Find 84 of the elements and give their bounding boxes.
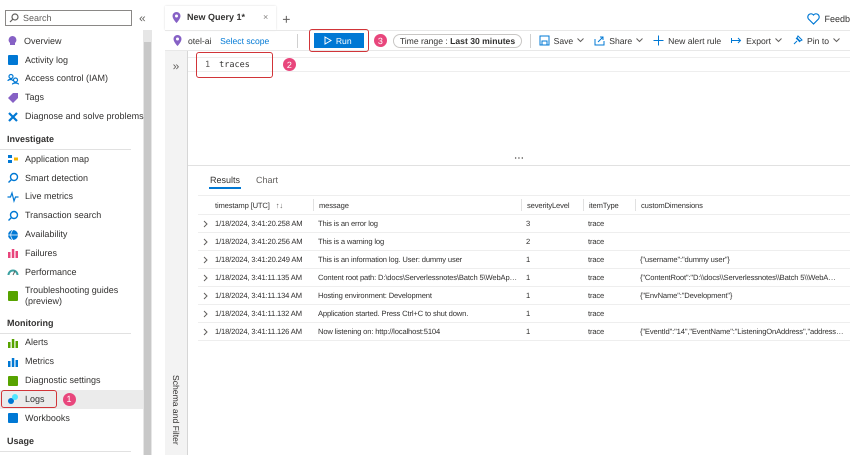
search-icon [9,13,19,23]
toolbar-button[interactable]: Pin to [792,35,840,46]
new-tab-button[interactable]: + [282,8,290,30]
cross-icon [7,110,19,123]
expand-button[interactable]: » [172,59,180,73]
chevron-right-icon[interactable] [203,238,209,246]
toolbar-button[interactable]: Export [731,35,782,46]
chevron-right-icon[interactable] [203,310,209,318]
line-number: 1 [205,60,210,70]
close-button[interactable]: × [263,12,268,22]
nav-item[interactable]: Live metrics [0,188,143,206]
splitter-handle[interactable] [514,157,524,159]
chevron-right-icon[interactable] [203,292,209,300]
query-editor[interactable]: 1 traces 2 [188,51,850,155]
nav-item[interactable]: Overview [0,32,143,51]
arrow-icon [731,35,742,46]
search-icon [7,172,19,184]
square-icon [7,374,19,387]
highlight-frame [1,390,57,408]
globe-icon [7,228,19,241]
nav-item[interactable]: Diagnostic settings [0,371,143,390]
nav-item[interactable]: Smart detection [0,168,143,188]
nav-item[interactable]: Performance [0,262,143,282]
callout-badge: 1 [62,392,76,406]
schema-filter-tab[interactable]: Schema and Filter [171,375,181,445]
run-button[interactable]: Run [314,33,364,48]
nav-item[interactable]: Transaction search [0,206,143,226]
square-icon [7,412,19,424]
toolbar-button[interactable]: New alert rule [653,35,722,46]
results-tab[interactable]: Chart [255,175,280,189]
results-tab[interactable]: Results [209,175,242,189]
chevron-right-icon[interactable] [203,274,209,282]
callout-badge: 3 [374,34,387,47]
nav-item[interactable]: Alerts [0,334,143,352]
search-icon [7,210,19,222]
toolbar-button[interactable]: Save [538,35,584,46]
section-heading: Usage [0,428,131,452]
bulb-icon [7,35,18,48]
bar-chart-icon [7,336,19,349]
square-icon [7,54,19,66]
nav-item[interactable]: Availability [0,225,143,244]
tag-icon [7,92,19,104]
section-heading: Monitoring [0,310,131,334]
square-icon [7,290,19,302]
nav-item[interactable]: Access control (IAM) [0,70,143,88]
bar-chart-icon [7,247,19,260]
pin-icon [792,35,804,46]
map-icon [7,153,19,166]
callout-badge: 2 [282,58,296,71]
nav-item[interactable]: Activity log [0,50,143,70]
play-icon [324,36,332,45]
scope-label: otel-ai [165,35,220,46]
select-scope-link[interactable]: Select scope [220,36,270,46]
pin-icon [173,35,182,46]
collapse-button[interactable]: « [139,11,146,25]
save-icon [538,35,550,46]
highlight-frame [308,29,369,52]
nav-item[interactable]: Workbooks [0,408,143,428]
feedback-link[interactable]: Feedb [807,8,850,30]
nav-item[interactable]: Metrics [0,352,143,372]
logs-icon [7,393,19,406]
chevron-right-icon[interactable] [203,328,209,336]
section-heading: Investigate [0,126,131,150]
chevron-right-icon[interactable] [203,256,209,264]
pin-icon [172,12,181,22]
bar-chart-icon [7,356,19,368]
plus-icon [653,35,664,46]
nav-item[interactable]: Failures [0,244,143,263]
time-range-button[interactable]: Time range : Last 30 minutes [392,34,522,48]
search-field[interactable]: Search [5,10,132,26]
query-tab[interactable]: New Query 1* × [165,6,276,30]
toolbar-button[interactable]: Share [594,35,644,46]
scrollbar[interactable] [143,30,152,455]
pulse-icon [7,190,19,203]
nav-item[interactable]: Logs 1 [0,390,143,409]
nav-item[interactable]: Troubleshooting guides (preview) [0,282,143,310]
code-text: traces [219,60,250,70]
people-icon [7,72,19,85]
nav-item[interactable]: Diagnose and solve problems [0,107,143,126]
chevron-right-icon[interactable] [203,220,209,228]
nav-item[interactable]: Application map [0,150,143,169]
nav-item[interactable]: Tags [0,88,143,108]
share-icon [594,35,606,46]
heart-icon [807,13,820,25]
